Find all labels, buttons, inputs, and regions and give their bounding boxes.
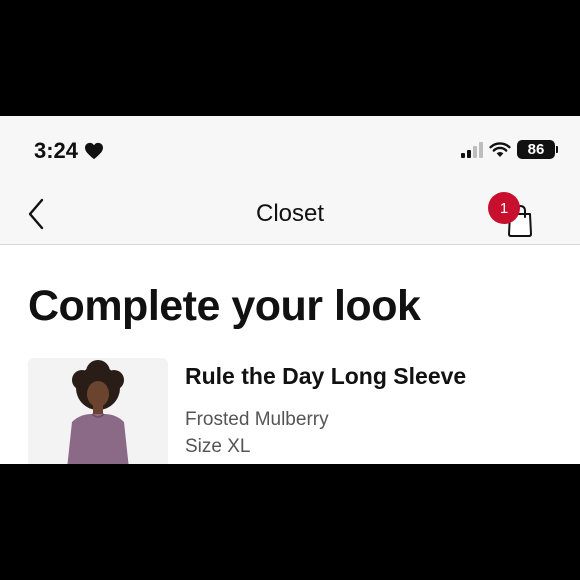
phone-screen: 3:24 86 Closet 1 Complete your look Rule…: [0, 116, 580, 464]
product-photo: [28, 358, 168, 464]
product-card[interactable]: Rule the Day Long Sleeve Frosted Mulberr…: [28, 358, 568, 464]
wifi-icon: [489, 142, 511, 157]
status-time: 3:24: [34, 138, 79, 163]
status-icons: 86: [461, 140, 558, 159]
product-name[interactable]: Rule the Day Long Sleeve: [185, 363, 466, 390]
letterbox-bottom: [0, 464, 580, 580]
shopping-bag-button[interactable]: 1: [486, 192, 542, 238]
cellular-signal-icon: [461, 141, 483, 158]
status-bar: 3:24 86: [0, 116, 580, 186]
product-color: Frosted Mulberry: [185, 409, 329, 430]
nav-bar: Closet 1: [0, 186, 580, 245]
status-time-group: 3:24: [34, 138, 104, 164]
battery-level: 86: [517, 140, 555, 159]
heart-icon: [85, 142, 104, 160]
letterbox-top: [0, 0, 580, 116]
product-image[interactable]: [28, 358, 168, 464]
section-heading: Complete your look: [28, 282, 421, 330]
product-size: Size XL: [185, 436, 251, 457]
battery-icon: 86: [517, 140, 558, 159]
cart-count-badge: 1: [488, 192, 520, 224]
